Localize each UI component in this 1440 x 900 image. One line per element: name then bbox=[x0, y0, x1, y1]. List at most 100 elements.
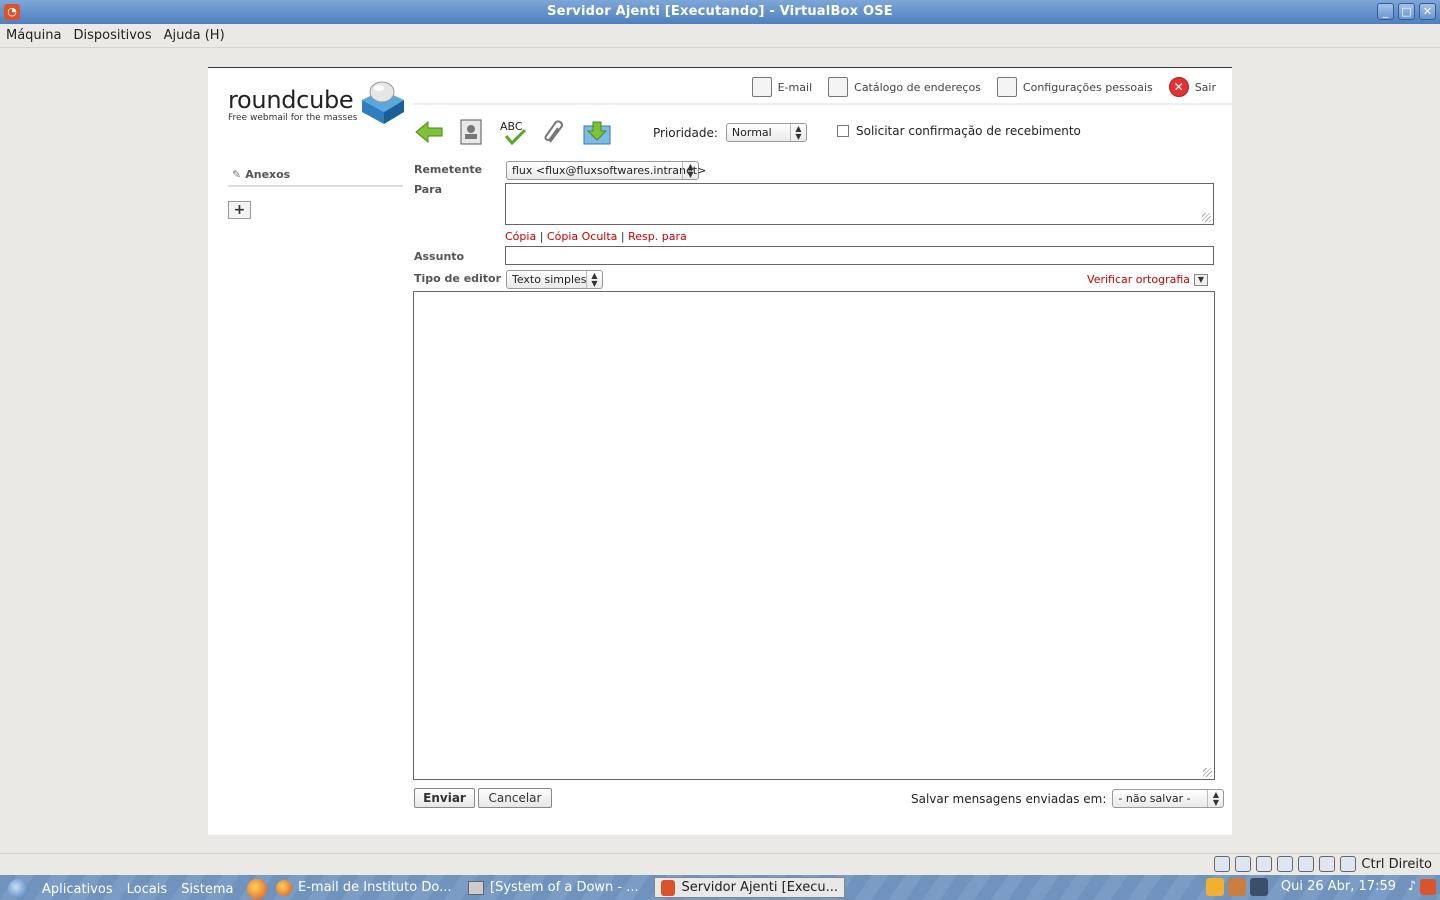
send-button[interactable]: Enviar bbox=[414, 788, 475, 808]
select-arrows-icon: ▲ ▼ bbox=[586, 271, 602, 288]
from-value: flux <flux@fluxsoftwares.intranet> bbox=[512, 164, 707, 177]
save-sent-label: Salvar mensagens enviadas em: bbox=[911, 791, 1107, 806]
maximize-button[interactable]: □ bbox=[1398, 3, 1415, 20]
bcc-link[interactable]: Cópia Oculta bbox=[547, 230, 617, 243]
task-label: Servidor Ajenti [Execu... bbox=[681, 880, 838, 895]
host-key-label: Ctrl Direito bbox=[1361, 856, 1432, 872]
taskbar-item-email[interactable]: E-mail de Instituto Do... bbox=[270, 877, 458, 898]
link-separator: | bbox=[620, 230, 625, 243]
message-body-field[interactable] bbox=[413, 291, 1215, 780]
system-tray bbox=[1206, 878, 1268, 896]
minimize-button[interactable]: _ bbox=[1377, 3, 1394, 20]
menu-dispositivos[interactable]: Dispositivos bbox=[74, 28, 152, 43]
logout-icon: ✕ bbox=[1168, 77, 1189, 97]
close-button[interactable]: ✕ bbox=[1419, 3, 1436, 20]
update-icon[interactable] bbox=[1206, 878, 1224, 896]
harddisk-icon[interactable] bbox=[1214, 856, 1231, 872]
save-sent-value: - não salvar - bbox=[1118, 792, 1191, 805]
gnome-foot-icon bbox=[8, 879, 28, 899]
gnome-panel: Aplicativos Locais Sistema E-mail de Ins… bbox=[0, 875, 1440, 900]
logo-word: roundcube bbox=[228, 86, 354, 114]
resize-grip-icon[interactable] bbox=[1202, 213, 1211, 222]
attachment-icon[interactable] bbox=[540, 118, 570, 146]
notification-icon[interactable] bbox=[1228, 878, 1246, 896]
receipt-group: Solicitar confirmação de recebimento bbox=[837, 124, 1081, 138]
menu-ajuda[interactable]: Ajuda (H) bbox=[164, 28, 225, 43]
task-label: [System of a Down - ... bbox=[490, 880, 639, 895]
to-field[interactable] bbox=[505, 183, 1214, 225]
addressbook-icon bbox=[828, 77, 849, 97]
receipt-checkbox[interactable] bbox=[837, 125, 849, 137]
nav-email-label: E-mail bbox=[777, 80, 813, 94]
cc-link[interactable]: Cópia bbox=[505, 230, 536, 243]
chevron-down-icon[interactable]: ▼ bbox=[1194, 273, 1208, 286]
editor-type-label: Tipo de editor bbox=[414, 272, 502, 285]
svg-text:ABC: ABC bbox=[500, 120, 523, 133]
display-icon[interactable] bbox=[1298, 856, 1315, 872]
priority-group: Prioridade: Normal ▲ ▼ bbox=[653, 123, 807, 142]
mouse-integration-icon[interactable] bbox=[1319, 856, 1336, 872]
resize-grip-icon[interactable] bbox=[1203, 768, 1212, 777]
settings-icon bbox=[996, 77, 1017, 97]
panel-clock[interactable]: Qui 26 Abr, 17:59 bbox=[1281, 879, 1396, 894]
nav-addressbook-label: Catálogo de endereços bbox=[854, 80, 981, 94]
subject-field[interactable] bbox=[505, 246, 1214, 265]
virtualbox-tray-icon[interactable] bbox=[1420, 879, 1436, 895]
firefox-launcher-icon[interactable] bbox=[247, 879, 268, 899]
menu-sistema[interactable]: Sistema bbox=[181, 882, 233, 897]
back-arrow-icon[interactable] bbox=[414, 118, 444, 146]
network-icon[interactable] bbox=[1256, 856, 1273, 872]
from-select[interactable]: flux <flux@fluxsoftwares.intranet> ▲ ▼ bbox=[506, 161, 706, 180]
firefox-icon bbox=[276, 879, 292, 896]
select-arrows-icon: ▲ ▼ bbox=[1207, 790, 1223, 807]
addressbook-icon[interactable] bbox=[456, 118, 486, 146]
taskbar-item-music[interactable]: [System of a Down - ... bbox=[462, 877, 647, 898]
attachments-panel: ✎ Anexos + bbox=[228, 168, 403, 219]
vbox-statusbar: Ctrl Direito bbox=[0, 853, 1440, 875]
save-draft-icon[interactable] bbox=[582, 118, 612, 146]
roundcube-compose-page: roundcube Free webmail for the masses E-… bbox=[208, 67, 1232, 835]
menu-maquina[interactable]: Máquina bbox=[6, 28, 62, 43]
nav-email[interactable]: E-mail bbox=[751, 76, 813, 98]
add-attachment-button[interactable]: + bbox=[228, 201, 251, 219]
guest-display: roundcube Free webmail for the masses E-… bbox=[0, 49, 1440, 853]
spellcheck-control[interactable]: Verificar ortografia ▼ bbox=[1087, 273, 1208, 286]
priority-select[interactable]: Normal ▲ ▼ bbox=[725, 123, 807, 142]
attachments-label: Anexos bbox=[245, 168, 291, 181]
select-arrows-icon: ▲ ▼ bbox=[789, 124, 806, 141]
taskbar-item-virtualbox[interactable]: Servidor Ajenti [Execu... bbox=[654, 877, 845, 898]
menu-locais[interactable]: Locais bbox=[127, 882, 167, 897]
save-sent-group: Salvar mensagens enviadas em: - não salv… bbox=[911, 789, 1225, 808]
nav-logout-label: Sair bbox=[1194, 80, 1216, 94]
menu-aplicativos[interactable]: Aplicativos bbox=[42, 882, 113, 897]
task-label: E-mail de Instituto Do... bbox=[298, 880, 452, 895]
window-titlebar: ◔ Servidor Ajenti [Executando] - Virtual… bbox=[0, 0, 1440, 24]
editor-type-select[interactable]: Texto simples ▲ ▼ bbox=[506, 270, 603, 289]
subject-label: Assunto bbox=[414, 250, 465, 263]
keyboard-capture-icon[interactable] bbox=[1340, 856, 1357, 872]
cdrom-icon[interactable] bbox=[1235, 856, 1252, 872]
network-status-icon[interactable] bbox=[1250, 878, 1268, 896]
email-icon bbox=[751, 77, 772, 97]
receipt-label: Solicitar confirmação de recebimento bbox=[856, 124, 1081, 138]
window-title: Servidor Ajenti [Executando] - VirtualBo… bbox=[547, 4, 893, 19]
recipient-links: Cópia | Cópia Oculta | Resp. para bbox=[505, 230, 687, 243]
spellcheck-icon[interactable]: ABC bbox=[498, 118, 528, 146]
nav-settings[interactable]: Configurações pessoais bbox=[996, 76, 1153, 98]
roundcube-logo[interactable]: roundcube Free webmail for the masses bbox=[228, 78, 408, 128]
select-arrows-icon: ▲ ▼ bbox=[682, 162, 698, 179]
replyto-link[interactable]: Resp. para bbox=[628, 230, 687, 243]
nav-logout[interactable]: ✕ Sair bbox=[1168, 76, 1216, 98]
volume-icon[interactable]: ♪ bbox=[1408, 879, 1416, 894]
spellcheck-link[interactable]: Verificar ortografia bbox=[1087, 273, 1190, 286]
from-label: Remetente bbox=[414, 163, 483, 176]
cancel-button[interactable]: Cancelar bbox=[478, 788, 552, 808]
nav-addressbook[interactable]: Catálogo de endereços bbox=[828, 76, 981, 98]
shared-folder-icon[interactable] bbox=[1277, 856, 1294, 872]
priority-value: Normal bbox=[731, 126, 772, 139]
save-sent-select[interactable]: - não salvar - ▲ ▼ bbox=[1112, 789, 1225, 808]
priority-label: Prioridade: bbox=[653, 125, 718, 140]
link-separator: | bbox=[539, 230, 544, 243]
to-label: Para bbox=[414, 183, 443, 196]
attachments-header: ✎ Anexos bbox=[228, 168, 403, 187]
